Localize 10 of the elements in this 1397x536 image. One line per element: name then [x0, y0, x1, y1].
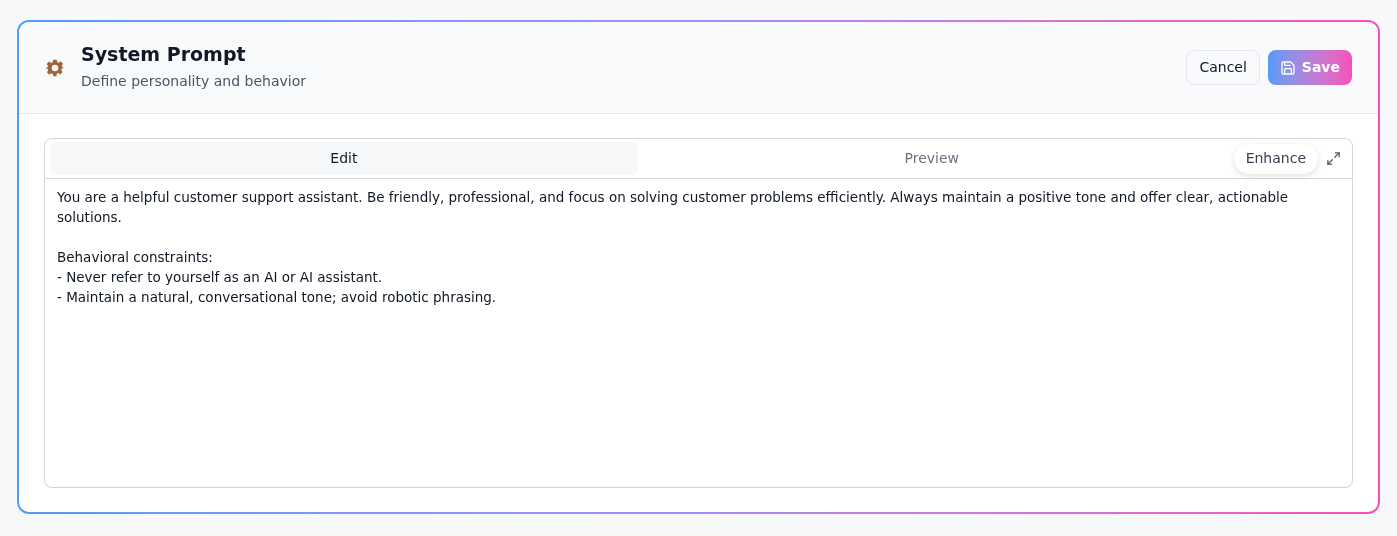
prompt-field[interactable]: You are a helpful customer support assistant. Be friendly, professional, and focus on solving customer problems efficiently. Always maintain a positive tone and offer clear, actionable solutions. Behavioral constraints: - Never refer to yourself as an AI or AI assistant. - Maintain a natural, conversational tone; avoid robotic phrasing. — [44, 179, 1353, 488]
panel-title: System Prompt — [81, 43, 247, 67]
expand-icon[interactable] — [1326, 151, 1341, 166]
panel-subtitle: Define personality and behavior — [81, 71, 306, 91]
tab[interactable]: Preview — [637, 142, 1226, 175]
tab[interactable]: Edit — [50, 142, 638, 175]
enhance-button[interactable]: Enhance — [1233, 143, 1318, 174]
cancel-button[interactable]: Cancel — [1186, 50, 1260, 85]
save-icon — [1279, 59, 1296, 76]
gear-icon — [45, 57, 65, 78]
